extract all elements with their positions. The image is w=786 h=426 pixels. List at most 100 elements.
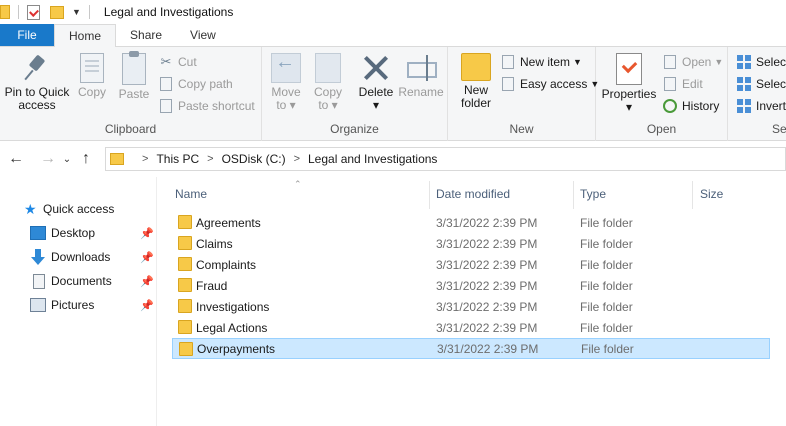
rename-label: Rename bbox=[398, 85, 444, 99]
column-header-size[interactable]: Size bbox=[700, 177, 780, 211]
tab-view[interactable]: View bbox=[176, 24, 230, 46]
column-header-name[interactable]: Name bbox=[175, 177, 430, 211]
folder-icon bbox=[178, 236, 192, 250]
nav-item-desktop[interactable]: Desktop 📌 bbox=[0, 222, 157, 244]
select-group-label: Sel bbox=[772, 122, 786, 136]
nav-label: Quick access bbox=[43, 202, 115, 216]
clipboard-group-label: Clipboard bbox=[104, 122, 157, 136]
column-header-type[interactable]: Type bbox=[580, 177, 692, 211]
file-type: File folder bbox=[580, 257, 633, 272]
copy-path-icon bbox=[158, 76, 174, 92]
pictures-icon bbox=[30, 298, 46, 312]
customize-toolbar-dropdown-icon[interactable]: ▼ bbox=[72, 7, 81, 17]
file-type: File folder bbox=[581, 341, 634, 356]
invert-selection-icon bbox=[736, 98, 752, 114]
file-name: Fraud bbox=[196, 278, 228, 293]
pin-to-quick-access-button[interactable]: Pin to Quick access bbox=[4, 53, 70, 112]
easy-access-button[interactable]: Easy access ▼ bbox=[500, 74, 599, 94]
new-item-icon bbox=[500, 54, 516, 70]
nav-item-quick-access[interactable]: ★ Quick access bbox=[0, 198, 157, 220]
properties-button[interactable]: Properties ▾ bbox=[600, 53, 658, 114]
table-row[interactable]: Fraud 3/31/2022 2:39 PM File folder bbox=[172, 275, 770, 296]
edit-icon bbox=[662, 76, 678, 92]
open-button[interactable]: Open ▼ bbox=[662, 52, 723, 72]
copy-button[interactable]: Copy bbox=[74, 53, 110, 99]
select-all-icon bbox=[736, 54, 752, 70]
breadcrumb-this-pc[interactable]: This PC bbox=[156, 152, 199, 166]
cut-button[interactable]: ✂ Cut bbox=[158, 52, 197, 72]
nav-item-documents[interactable]: Documents 📌 bbox=[0, 270, 157, 292]
breadcrumb-legal-and-investigations[interactable]: Legal and Investigations bbox=[308, 152, 437, 166]
select-all-button[interactable]: Select bbox=[736, 52, 786, 72]
folder-icon bbox=[178, 257, 192, 271]
file-name: Overpayments bbox=[197, 341, 276, 356]
paste-shortcut-button[interactable]: Paste shortcut bbox=[158, 96, 255, 116]
file-date: 3/31/2022 2:39 PM bbox=[436, 278, 538, 293]
nav-item-downloads[interactable]: Downloads 📌 bbox=[0, 246, 157, 268]
column-divider[interactable] bbox=[573, 181, 574, 209]
file-name: Claims bbox=[196, 236, 233, 251]
new-item-button[interactable]: New item ▼ bbox=[500, 52, 582, 72]
properties-quick-icon[interactable] bbox=[27, 4, 40, 20]
scissors-icon: ✂ bbox=[160, 54, 172, 69]
pin-label-2: access bbox=[18, 98, 56, 112]
forward-arrow-icon[interactable]: → bbox=[36, 150, 60, 168]
file-name: Agreements bbox=[196, 215, 261, 230]
breadcrumb-separator[interactable]: > bbox=[142, 153, 148, 165]
rename-button[interactable]: Rename bbox=[398, 53, 444, 99]
delete-button[interactable]: Delete ▾ bbox=[356, 53, 396, 112]
table-row[interactable]: Agreements 3/31/2022 2:39 PM File folder bbox=[172, 212, 770, 233]
nav-item-pictures[interactable]: Pictures 📌 bbox=[0, 294, 157, 316]
file-type: File folder bbox=[580, 278, 633, 293]
move-to-button[interactable]: Move to ▾ bbox=[268, 53, 304, 112]
column-divider[interactable] bbox=[692, 181, 693, 209]
table-row[interactable]: Investigations 3/31/2022 2:39 PM File fo… bbox=[172, 296, 770, 317]
nav-label: Desktop bbox=[51, 226, 96, 240]
file-type: File folder bbox=[580, 299, 633, 314]
file-type: File folder bbox=[580, 215, 633, 230]
edit-button[interactable]: Edit bbox=[662, 74, 703, 94]
breadcrumb-separator[interactable]: > bbox=[207, 153, 213, 165]
copy-label: Copy bbox=[77, 85, 106, 99]
copy-to-label-2: to bbox=[318, 98, 329, 112]
history-button[interactable]: History bbox=[662, 96, 719, 116]
paste-icon bbox=[122, 51, 146, 85]
organize-group: Move to ▾ Copy to ▾ Delete ▾ Rename Orga… bbox=[262, 47, 448, 141]
navigation-bar: ← → ⌄ ↑ > This PC > OSDisk (C:) > Legal … bbox=[0, 141, 786, 177]
file-date: 3/31/2022 2:39 PM bbox=[437, 341, 539, 356]
new-folder-button[interactable]: New folder bbox=[456, 53, 496, 110]
breadcrumb-separator[interactable]: > bbox=[294, 153, 300, 165]
new-folder-quick-icon[interactable] bbox=[50, 5, 64, 19]
properties-icon bbox=[616, 53, 642, 85]
folder-icon bbox=[0, 5, 10, 19]
copy-path-button[interactable]: Copy path bbox=[158, 74, 233, 94]
new-group-label: New bbox=[509, 122, 534, 136]
column-header-date-modified[interactable]: Date modified bbox=[436, 177, 574, 211]
table-row[interactable]: Complaints 3/31/2022 2:39 PM File folder bbox=[172, 254, 770, 275]
open-group: Properties ▾ Open ▼ Edit History Open bbox=[596, 47, 728, 141]
address-bar[interactable]: > This PC > OSDisk (C:) > Legal and Inve… bbox=[105, 147, 786, 171]
download-arrow-icon bbox=[30, 249, 46, 265]
invert-selection-button[interactable]: Invert bbox=[736, 96, 786, 116]
table-row[interactable]: Claims 3/31/2022 2:39 PM File folder bbox=[172, 233, 770, 254]
column-divider[interactable] bbox=[429, 181, 430, 209]
paste-button[interactable]: Paste bbox=[114, 51, 154, 101]
desktop-icon bbox=[30, 226, 46, 240]
ribbon: Pin to Quick access Copy Paste ✂ Cut Cop… bbox=[0, 47, 786, 141]
window-title: Legal and Investigations bbox=[103, 5, 234, 19]
copy-to-icon bbox=[315, 53, 341, 83]
select-none-button[interactable]: Select bbox=[736, 74, 786, 94]
back-arrow-icon[interactable]: ← bbox=[4, 150, 28, 168]
edit-label: Edit bbox=[682, 77, 703, 91]
tab-file[interactable]: File bbox=[0, 24, 54, 46]
delete-x-icon bbox=[361, 53, 391, 83]
tab-home[interactable]: Home bbox=[54, 24, 117, 47]
up-arrow-icon[interactable]: ↑ bbox=[74, 150, 98, 168]
copy-to-button[interactable]: Copy to ▾ bbox=[310, 53, 346, 112]
file-list: ⌃ Name Date modified Type Size Agreement… bbox=[158, 177, 786, 426]
tab-share[interactable]: Share bbox=[116, 24, 176, 46]
table-row[interactable]: Legal Actions 3/31/2022 2:39 PM File fol… bbox=[172, 317, 770, 338]
breadcrumb-osdisk[interactable]: OSDisk (C:) bbox=[222, 152, 286, 166]
recent-locations-chevron-icon[interactable]: ⌄ bbox=[60, 154, 74, 165]
table-row-selected[interactable]: Overpayments 3/31/2022 2:39 PM File fold… bbox=[172, 338, 770, 359]
